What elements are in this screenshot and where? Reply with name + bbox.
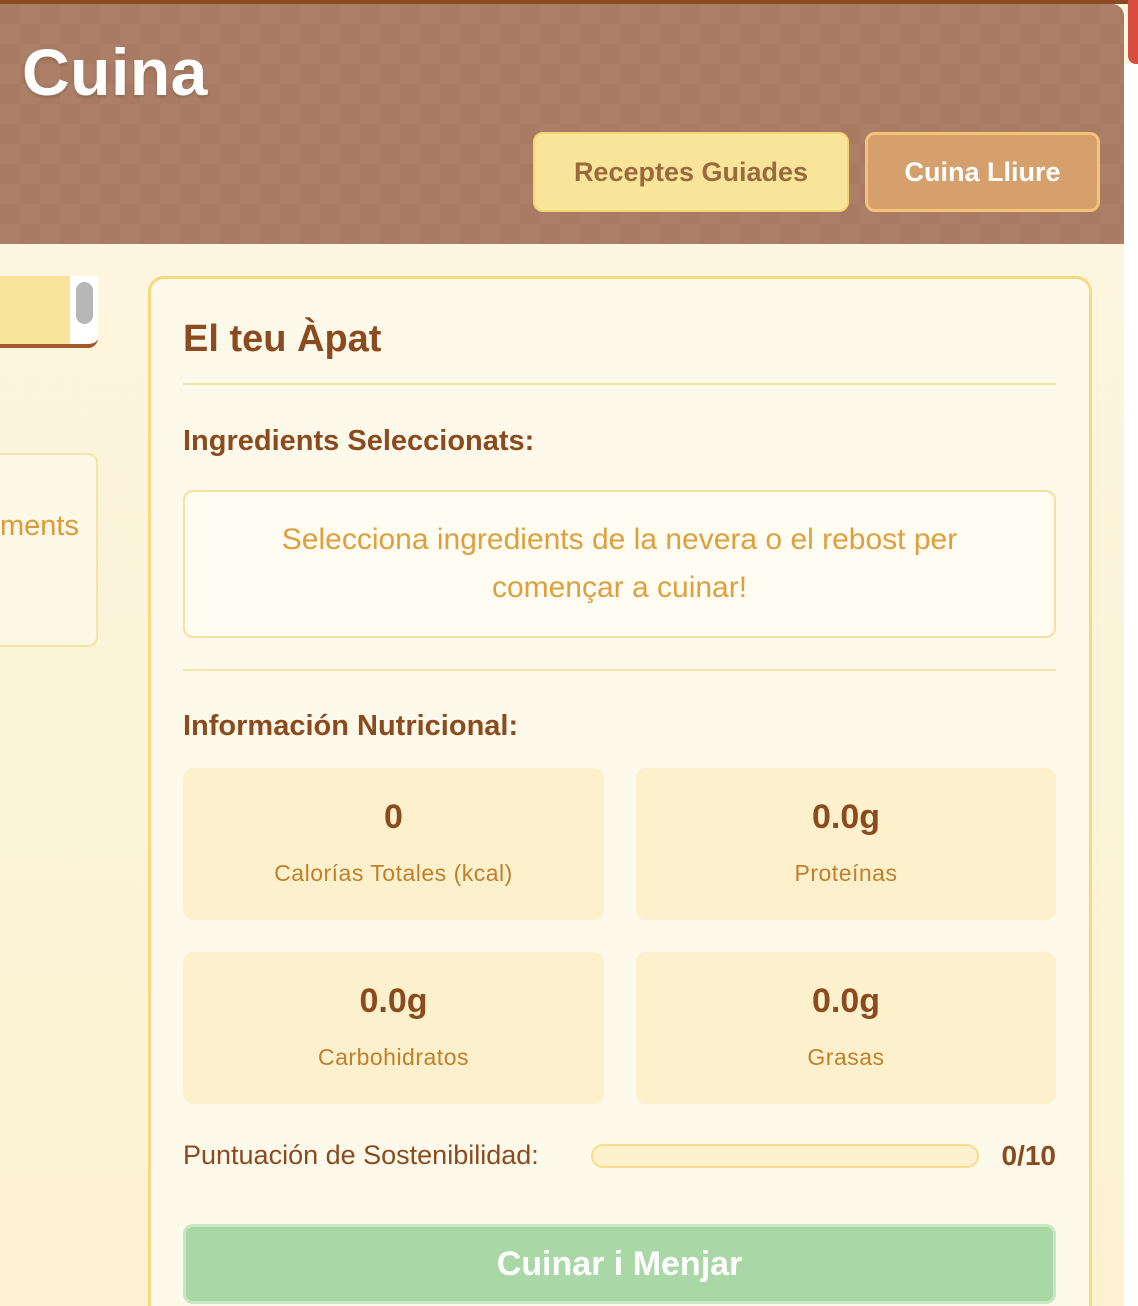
active-tab-fill <box>0 276 70 344</box>
kitchen-header: Cuina Receptes Guiades Cuina Lliure <box>0 4 1124 244</box>
free-cooking-button[interactable]: Cuina Lliure <box>865 132 1100 212</box>
ingredient-card-text: ments <box>0 510 79 542</box>
calories-value: 0 <box>384 798 403 836</box>
nutrition-label: Información Nutricional: <box>183 710 519 742</box>
sustainability-bar <box>591 1144 979 1168</box>
protein-stat: 0.0g Proteínas <box>636 768 1056 920</box>
meal-title: El teu Àpat <box>183 318 382 360</box>
empty-message: Selecciona ingredients de la nevera o el… <box>281 523 958 604</box>
fat-label: Grasas <box>807 1044 885 1070</box>
scrollbar-thumb[interactable] <box>76 282 93 324</box>
fat-stat: 0.0g Grasas <box>636 952 1056 1104</box>
sustainability-label: Puntuación de Sostenibilidad: <box>183 1140 539 1170</box>
calories-stat: 0 Calorías Totales (kcal) <box>183 768 604 920</box>
protein-label: Proteínas <box>794 860 898 886</box>
title-divider <box>183 383 1056 385</box>
carbs-label: Carbohidratos <box>318 1044 469 1070</box>
selected-ingredients-empty: Selecciona ingredients de la nevera o el… <box>183 490 1056 638</box>
edge-accent <box>1128 0 1138 64</box>
protein-value: 0.0g <box>811 798 881 836</box>
cook-and-eat-button[interactable]: Cuinar i Menjar <box>183 1224 1056 1304</box>
page-title: Cuina <box>22 35 208 109</box>
page-edge <box>1124 64 1138 1306</box>
section-divider <box>183 669 1056 671</box>
selected-ingredients-label: Ingredients Seleccionats: <box>183 425 535 457</box>
ingredient-card-partial[interactable] <box>0 453 98 647</box>
sustainability-score: 0/10 <box>1001 1140 1057 1171</box>
fat-value: 0.0g <box>811 982 881 1020</box>
guided-recipes-button[interactable]: Receptes Guiades <box>533 132 849 212</box>
carbs-stat: 0.0g Carbohidratos <box>183 952 604 1104</box>
calories-label: Calorías Totales (kcal) <box>274 860 513 886</box>
carbs-value: 0.0g <box>359 982 428 1020</box>
